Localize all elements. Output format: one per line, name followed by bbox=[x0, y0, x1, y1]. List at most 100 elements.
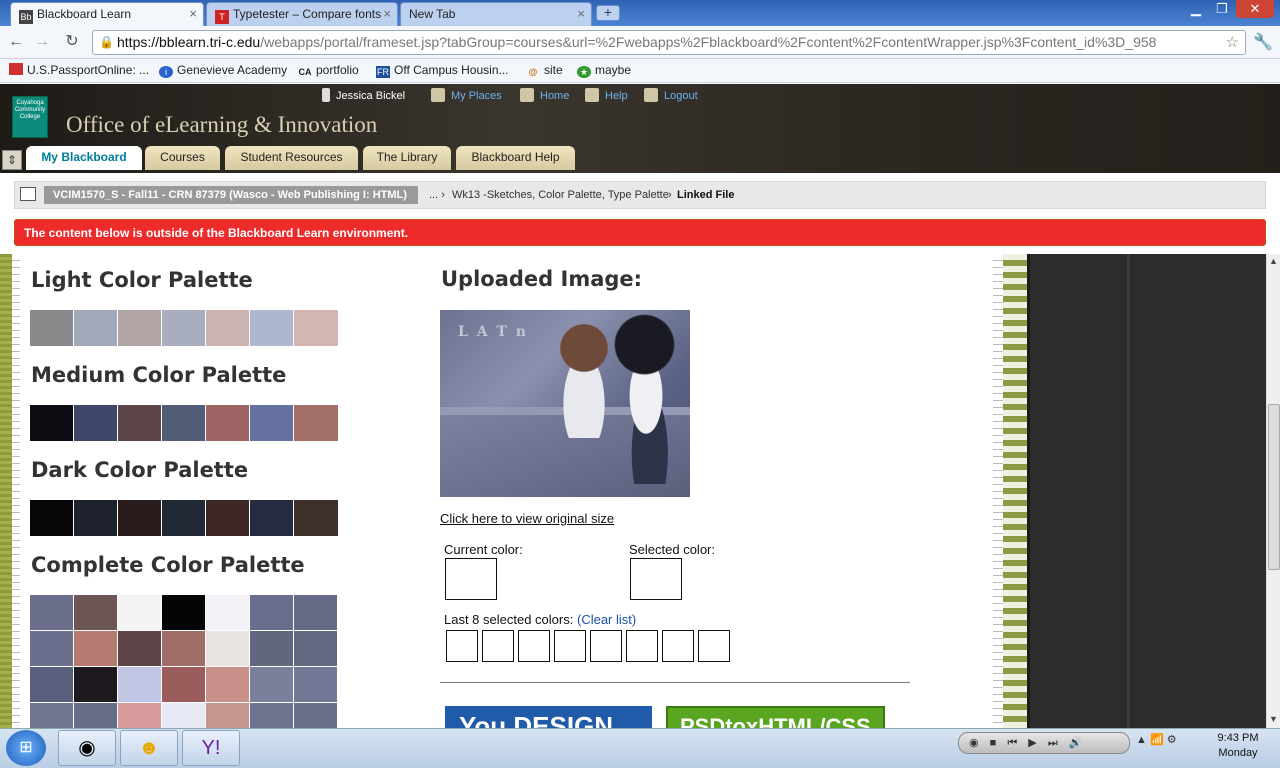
recent-color-slot[interactable] bbox=[554, 630, 586, 662]
color-swatch[interactable] bbox=[206, 500, 250, 536]
color-swatch[interactable] bbox=[206, 405, 250, 441]
color-swatch[interactable] bbox=[74, 667, 118, 703]
bookmark-portfolio[interactable]: CA portfolio bbox=[298, 63, 359, 78]
color-swatch[interactable] bbox=[74, 500, 118, 536]
bookmark-site[interactable]: @ site bbox=[526, 63, 562, 78]
view-original-size-link[interactable]: Click here to view original size bbox=[440, 511, 614, 526]
restore-window-icon[interactable]: ❐ bbox=[1208, 0, 1236, 18]
menu-toggle-icon[interactable]: ⇕ bbox=[2, 150, 22, 170]
color-swatch[interactable] bbox=[30, 405, 74, 441]
color-swatch[interactable] bbox=[162, 500, 206, 536]
color-swatch[interactable] bbox=[206, 631, 250, 667]
recent-color-slot[interactable] bbox=[446, 630, 478, 662]
wrench-menu-icon[interactable]: 🔧 bbox=[1253, 32, 1273, 52]
home-link[interactable]: Home bbox=[520, 88, 569, 102]
color-swatch[interactable] bbox=[118, 405, 162, 441]
color-swatch[interactable] bbox=[250, 310, 294, 346]
color-swatch[interactable] bbox=[30, 703, 74, 728]
reload-icon[interactable]: ↻ bbox=[61, 32, 83, 52]
color-swatch[interactable] bbox=[162, 595, 206, 631]
recent-color-slot[interactable] bbox=[626, 630, 658, 662]
yahoo-messenger-taskbar-icon[interactable]: Y! bbox=[182, 730, 240, 766]
bookmark-genevieve[interactable]: i Genevieve Academy bbox=[159, 63, 287, 78]
color-swatch[interactable] bbox=[74, 405, 118, 441]
scroll-up-icon[interactable]: ▲ bbox=[1269, 256, 1278, 266]
color-swatch[interactable] bbox=[74, 703, 118, 728]
color-swatch[interactable] bbox=[206, 595, 250, 631]
color-swatch[interactable] bbox=[30, 667, 74, 703]
clock[interactable]: 9:43 PM Monday bbox=[1200, 731, 1276, 761]
color-swatch[interactable] bbox=[294, 595, 338, 631]
clear-list-link[interactable]: (Clear list) bbox=[577, 612, 636, 627]
color-swatch[interactable] bbox=[30, 631, 74, 667]
color-swatch[interactable] bbox=[162, 631, 206, 667]
bookmark-housing[interactable]: FR Off Campus Housin... bbox=[376, 63, 509, 78]
media-player-controls[interactable]: ◉ ■ ⏮ ▶ ⏭ 🔊 bbox=[958, 732, 1130, 754]
color-swatch[interactable] bbox=[118, 500, 162, 536]
color-swatch[interactable] bbox=[294, 405, 338, 441]
breadcrumb-ellipsis[interactable]: ... › bbox=[429, 189, 445, 201]
color-swatch[interactable] bbox=[250, 631, 294, 667]
color-swatch[interactable] bbox=[162, 405, 206, 441]
color-swatch[interactable] bbox=[74, 631, 118, 667]
color-swatch[interactable] bbox=[162, 703, 206, 728]
color-swatch[interactable] bbox=[294, 500, 338, 536]
color-swatch[interactable] bbox=[206, 310, 250, 346]
color-swatch[interactable] bbox=[250, 703, 294, 728]
system-tray-icons[interactable]: ▲ 📶 ⚙ bbox=[1136, 733, 1177, 746]
color-swatch[interactable] bbox=[294, 310, 338, 346]
new-tab-button[interactable]: + bbox=[596, 5, 620, 21]
color-swatch[interactable] bbox=[118, 667, 162, 703]
recent-color-slot[interactable] bbox=[590, 630, 622, 662]
color-swatch[interactable] bbox=[118, 631, 162, 667]
color-swatch[interactable] bbox=[294, 631, 338, 667]
color-swatch[interactable] bbox=[206, 703, 250, 728]
color-swatch[interactable] bbox=[162, 310, 206, 346]
psd-to-html-banner[interactable]: PSDtoxHTML/CSS bbox=[666, 706, 885, 728]
start-button-icon[interactable]: ⊞ bbox=[6, 730, 46, 766]
color-swatch[interactable] bbox=[250, 500, 294, 536]
color-swatch[interactable] bbox=[162, 667, 206, 703]
color-swatch[interactable] bbox=[30, 500, 74, 536]
recent-color-slot[interactable] bbox=[482, 630, 514, 662]
my-places-link[interactable]: My Places bbox=[431, 88, 502, 102]
you-design-banner[interactable]: You DESIGN bbox=[445, 706, 652, 728]
tab-student-resources[interactable]: Student Resources bbox=[225, 146, 358, 170]
color-swatch[interactable] bbox=[30, 310, 74, 346]
color-swatch[interactable] bbox=[74, 310, 118, 346]
color-swatch[interactable] bbox=[118, 595, 162, 631]
chrome-taskbar-icon[interactable]: ◉ bbox=[58, 730, 116, 766]
breadcrumb-week13[interactable]: Wk13 -Sketches, Color Palette, Type Pale… bbox=[452, 189, 669, 201]
address-bar[interactable]: 🔒 https://bblearn.tri-c.edu/webapps/port… bbox=[92, 30, 1246, 55]
recent-color-slot[interactable] bbox=[698, 630, 730, 662]
logout-link[interactable]: Logout bbox=[644, 88, 698, 102]
bookmark-star-icon[interactable]: ☆ bbox=[1226, 31, 1239, 54]
minimize-window-icon[interactable]: ▁ bbox=[1182, 0, 1210, 18]
forward-icon[interactable]: → bbox=[31, 32, 53, 52]
color-swatch[interactable] bbox=[118, 703, 162, 728]
bookmark-maybe[interactable]: ★ maybe bbox=[577, 63, 631, 78]
scrollbar-thumb[interactable] bbox=[1268, 404, 1280, 570]
recent-color-slot[interactable] bbox=[662, 630, 694, 662]
bookmark-passport[interactable]: U.S.PassportOnline: ... bbox=[9, 63, 149, 77]
close-window-icon[interactable]: ✕ bbox=[1236, 0, 1274, 18]
color-swatch[interactable] bbox=[74, 595, 118, 631]
color-swatch[interactable] bbox=[250, 405, 294, 441]
aim-taskbar-icon[interactable]: ☻ bbox=[120, 730, 178, 766]
tab-blackboard-help[interactable]: Blackboard Help bbox=[456, 146, 575, 170]
tab-my-blackboard[interactable]: My Blackboard bbox=[26, 146, 142, 170]
color-swatch[interactable] bbox=[30, 595, 74, 631]
tab-the-library[interactable]: The Library bbox=[363, 146, 451, 170]
close-tab-icon[interactable]: × bbox=[383, 6, 391, 21]
tab-courses[interactable]: Courses bbox=[145, 146, 220, 170]
course-menu-toggle-icon[interactable] bbox=[20, 187, 36, 201]
color-swatch[interactable] bbox=[206, 667, 250, 703]
color-swatch[interactable] bbox=[118, 310, 162, 346]
course-name-link[interactable]: VCIM1570_S - Fall11 - CRN 87379 (Wasco -… bbox=[44, 186, 418, 204]
color-swatch[interactable] bbox=[294, 667, 338, 703]
color-swatch[interactable] bbox=[250, 667, 294, 703]
close-tab-icon[interactable]: × bbox=[577, 6, 585, 21]
page-scrollbar[interactable]: ▲ ▼ bbox=[1266, 254, 1280, 728]
close-tab-icon[interactable]: × bbox=[189, 6, 197, 21]
color-swatch[interactable] bbox=[250, 595, 294, 631]
